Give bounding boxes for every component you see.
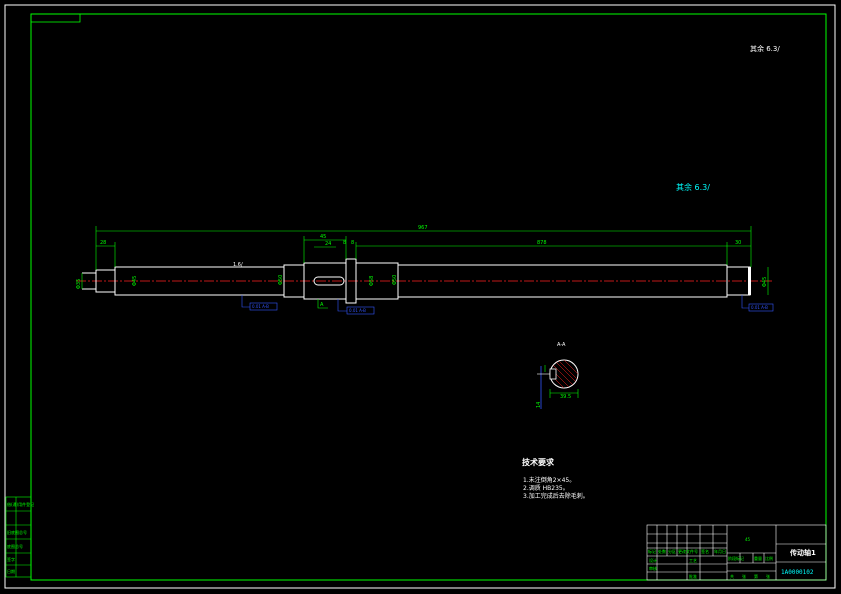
- svg-text:0.01 A-B: 0.01 A-B: [751, 305, 768, 310]
- tech-req-item-3: 3.加工完成后去除毛刺。: [523, 492, 589, 500]
- title-label-review: 审核: [649, 565, 657, 571]
- title-label-design: 设计: [649, 557, 657, 563]
- dimension-lines: [81, 226, 769, 295]
- margin-row-4: 底图总号: [7, 543, 23, 549]
- margin-row-3: 旧底图总号: [7, 529, 27, 535]
- svg-text:0.01 A-B: 0.01 A-B: [252, 304, 269, 309]
- title-label-weight: 重量: [754, 555, 762, 561]
- title-label-signature: 签名: [701, 548, 709, 554]
- margin-row-5: 签字: [7, 556, 15, 562]
- title-label-sheet: 张: [766, 573, 770, 579]
- margin-row-6: 日期: [7, 568, 15, 574]
- dim-left-journal-length: 28: [100, 240, 106, 246]
- dim-overall-length: 967: [418, 225, 428, 231]
- title-drawing-code: 1A0000102: [781, 569, 814, 576]
- dim-shaft-dia-2: Φ50: [278, 275, 284, 285]
- dim-keyway-length: 45: [320, 234, 326, 240]
- title-label-approve: 批准: [689, 573, 697, 579]
- dim-collar-dia: Φ58: [369, 276, 375, 286]
- section-marker-letter: A: [320, 302, 324, 308]
- dim-shaft-dia-1: Φ45: [132, 276, 138, 286]
- section-view-label: A-A: [557, 342, 566, 348]
- tolerance-frame-3: 0.01 A-B: [741, 295, 774, 312]
- left-margin-table: [5, 496, 32, 578]
- title-label-sheets: 张: [742, 573, 746, 579]
- title-label-mark: 标记: [648, 548, 656, 554]
- title-label-zone: 分区: [668, 548, 676, 554]
- dim-right-journal-dia: Φ45: [762, 277, 768, 287]
- title-label-process: 工艺: [689, 558, 697, 563]
- right-shoulder-step: [748, 267, 751, 295]
- keyway-width-dim: 14: [536, 402, 542, 408]
- local-roughness-mark: 1.6/: [233, 262, 243, 268]
- tech-req-item-2: 2.调质 HB235。: [523, 484, 569, 492]
- title-label-date: 年月日: [714, 548, 726, 554]
- title-label-scale: 比例: [765, 555, 773, 561]
- title-label-total: 共: [730, 573, 734, 579]
- title-label-stage: 阶段标记: [728, 555, 744, 561]
- drawing-number-box: [30, 13, 81, 23]
- title-label-no: 第: [754, 573, 758, 579]
- tech-req-item-1: 1.未注倒角2×45。: [523, 476, 575, 484]
- dim-keyway-offset: 24: [325, 241, 331, 247]
- dim-gap-b: 8: [351, 240, 354, 246]
- general-roughness-note: 其余 6.3/: [750, 44, 780, 53]
- keyway-depth-dim: 39.5: [560, 394, 571, 400]
- title-label-count: 处数: [658, 548, 666, 554]
- title-part-name: 传动轴1: [789, 548, 816, 557]
- title-material: 45: [745, 537, 751, 542]
- title-label-change-doc: 更改文件号: [678, 548, 698, 554]
- dim-middle-length: 878: [537, 240, 547, 246]
- general-roughness-note-cyan: 其余 6.3/: [676, 182, 710, 192]
- dim-shaft-dia-3: Φ50: [392, 275, 398, 285]
- svg-text:0.01 A-B: 0.01 A-B: [349, 308, 366, 313]
- dim-gap-a: 8: [343, 240, 346, 246]
- margin-row-1: 借(通)用件登记: [7, 501, 34, 507]
- tolerance-frame-1: 0.01 A-B: [241, 295, 278, 311]
- tech-req-heading: 技术要求: [522, 457, 555, 467]
- dim-right-length: 30: [735, 240, 741, 246]
- section-view-a-a: [537, 359, 579, 409]
- dim-left-journal-dia: Φ35: [76, 279, 82, 289]
- engineering-drawing-canvas: 其余 6.3/ 其余 6.3/ 967 28 45 24 8 8 878 30 …: [4, 4, 836, 589]
